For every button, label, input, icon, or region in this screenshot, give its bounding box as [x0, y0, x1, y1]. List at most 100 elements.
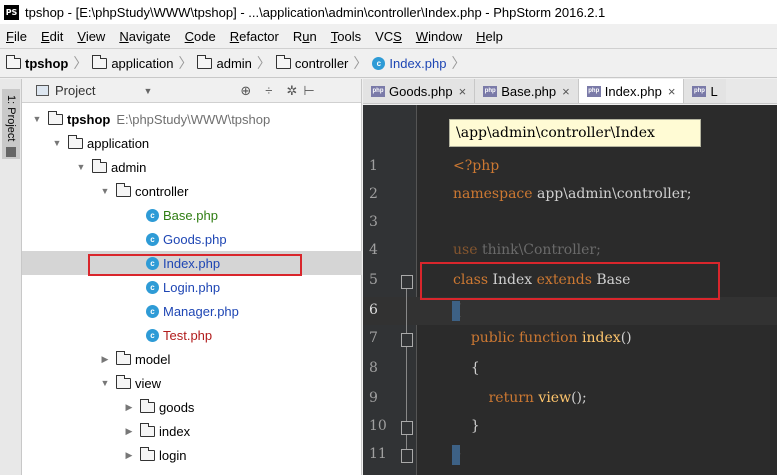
folder-icon	[116, 374, 131, 389]
chevron-right-icon: 〉	[178, 55, 193, 71]
project-panel-header: Project ▼ ⊕ ÷ ✲ ⊢	[22, 79, 361, 103]
collapse-arrow-icon[interactable]: ▶	[122, 402, 136, 413]
tree-file-login[interactable]: c Login.php	[22, 275, 362, 299]
tree-file-manager[interactable]: c Manager.php	[22, 299, 362, 323]
tree-node-admin[interactable]: ▼ admin	[22, 155, 362, 179]
menu-refactor[interactable]: Refactor	[230, 29, 279, 44]
menu-code[interactable]: Code	[185, 29, 216, 44]
folder-icon	[116, 350, 131, 365]
code-line: 11 }	[369, 446, 462, 462]
tree-node-tpshop[interactable]: ▼ tpshop E:\phpStudy\WWW\tpshop	[22, 107, 362, 131]
tree-node-application[interactable]: ▼ application	[22, 131, 362, 155]
php-class-icon: c	[146, 232, 159, 246]
folder-icon	[116, 182, 131, 197]
tree-node-view[interactable]: ▼ view	[22, 371, 362, 395]
expand-arrow-icon[interactable]: ▼	[98, 378, 112, 388]
project-panel: Project ▼ ⊕ ÷ ✲ ⊢ ▼ tpshop E:\phpStudy\W…	[22, 79, 362, 475]
close-icon[interactable]: ×	[562, 84, 570, 99]
fold-marker-icon[interactable]	[401, 275, 413, 289]
menu-edit[interactable]: Edit	[41, 29, 63, 44]
fold-marker-icon[interactable]	[401, 421, 413, 435]
code-line: 9 return view();	[369, 390, 587, 406]
folder-icon	[92, 158, 107, 173]
code-line: 1 <?php	[369, 158, 500, 174]
project-tool-tab-label: 1: Project	[5, 95, 17, 142]
collapse-arrow-icon[interactable]: ▶	[98, 354, 112, 365]
code-line: 7 public function index()	[369, 330, 632, 346]
php-file-icon: php	[586, 85, 601, 97]
tree-node-index[interactable]: ▶ index	[22, 419, 362, 443]
crumb-index-php[interactable]: c Index.php 〉	[372, 53, 470, 73]
menu-help[interactable]: Help	[476, 29, 503, 44]
scroll-from-source-icon[interactable]: ⊕	[240, 83, 251, 99]
menu-file[interactable]: File	[6, 29, 27, 44]
chevron-down-icon[interactable]: ▼	[143, 86, 152, 96]
php-class-icon: c	[146, 208, 159, 222]
menu-run[interactable]: Run	[293, 29, 317, 44]
folder-icon	[92, 54, 108, 69]
close-icon[interactable]: ×	[459, 84, 467, 99]
tree-node-goods[interactable]: ▶ goods	[22, 395, 362, 419]
project-tool-tab[interactable]: 1: Project	[2, 89, 20, 159]
expand-arrow-icon[interactable]: ▼	[74, 162, 88, 172]
crumb-application[interactable]: application 〉	[92, 53, 197, 73]
tree-file-goods[interactable]: c Goods.php	[22, 227, 362, 251]
fold-marker-icon[interactable]	[401, 333, 413, 347]
php-class-icon: c	[372, 56, 386, 70]
project-view-icon	[36, 85, 49, 96]
hide-panel-icon[interactable]: ⊢	[303, 83, 314, 99]
php-class-icon: c	[146, 280, 159, 294]
tree-node-controller[interactable]: ▼ controller	[22, 179, 362, 203]
tab-index-php[interactable]: php Index.php ×	[578, 79, 685, 103]
crumb-controller[interactable]: controller 〉	[275, 53, 372, 73]
folder-icon	[275, 54, 291, 69]
code-line: 8 {	[369, 360, 480, 376]
php-file-icon: php	[371, 85, 385, 97]
menu-navigate[interactable]: Navigate	[119, 29, 170, 44]
tab-login-php[interactable]: php L	[684, 79, 726, 103]
php-file-icon: php	[692, 85, 707, 97]
menu-vcs[interactable]: VCS	[375, 29, 402, 44]
title-bar: PS tpshop - [E:\phpStudy\WWW\tpshop] - .…	[0, 0, 777, 24]
navigation-bar: tpshop 〉 application 〉 admin 〉 controller 〉 …	[0, 48, 777, 78]
tab-goods-php[interactable]: php Goods.php ×	[363, 79, 476, 103]
tree-file-test[interactable]: c Test.php	[22, 323, 362, 347]
expand-arrow-icon[interactable]: ▼	[50, 138, 64, 148]
code-line: 4 use think\Controller;	[369, 242, 601, 258]
chevron-right-icon: 〉	[256, 55, 271, 71]
menu-tools[interactable]: Tools	[331, 29, 361, 44]
tool-window-strip: 1: Project	[0, 79, 22, 475]
tree-node-model[interactable]: ▶ model	[22, 347, 362, 371]
tree-node-login[interactable]: ▶ login	[22, 443, 362, 467]
brace-match-highlight	[452, 301, 460, 321]
fold-marker-icon[interactable]	[401, 449, 413, 463]
menu-bar: File Edit View Navigate Code Refactor Ru…	[0, 24, 777, 48]
crumb-admin[interactable]: admin 〉	[197, 53, 275, 73]
project-tool-icon	[6, 147, 16, 158]
folder-icon	[48, 110, 63, 125]
folder-icon	[140, 446, 155, 461]
menu-window[interactable]: Window	[416, 29, 462, 44]
collapse-all-icon[interactable]: ÷	[265, 83, 272, 98]
code-line: 10 }	[369, 418, 480, 434]
settings-gear-icon[interactable]: ✲	[286, 83, 297, 99]
tree-file-base[interactable]: c Base.php	[22, 203, 362, 227]
crumb-tpshop[interactable]: tpshop 〉	[6, 53, 92, 73]
close-icon[interactable]: ×	[668, 84, 676, 99]
expand-arrow-icon[interactable]: ▼	[30, 114, 44, 124]
tab-base-php[interactable]: php Base.php ×	[475, 79, 579, 103]
annotation-highlight-class-line	[420, 262, 720, 300]
window-title: tpshop - [E:\phpStudy\WWW\tpshop] - ...\…	[25, 4, 606, 20]
expand-arrow-icon[interactable]: ▼	[98, 186, 112, 196]
chevron-right-icon: 〉	[451, 55, 466, 71]
chevron-right-icon: 〉	[73, 55, 88, 71]
menu-view[interactable]: View	[77, 29, 105, 44]
phpstorm-app-icon: PS	[4, 4, 19, 20]
php-file-icon: php	[483, 85, 498, 97]
code-line: 2 namespace app\admin\controller;	[369, 186, 692, 202]
collapse-arrow-icon[interactable]: ▶	[122, 426, 136, 437]
collapse-arrow-icon[interactable]: ▶	[122, 450, 136, 461]
code-line-current: 6 {	[363, 297, 777, 325]
namespace-popup: \app\admin\controller\Index	[449, 119, 701, 147]
project-view-selector[interactable]: Project	[55, 83, 95, 98]
